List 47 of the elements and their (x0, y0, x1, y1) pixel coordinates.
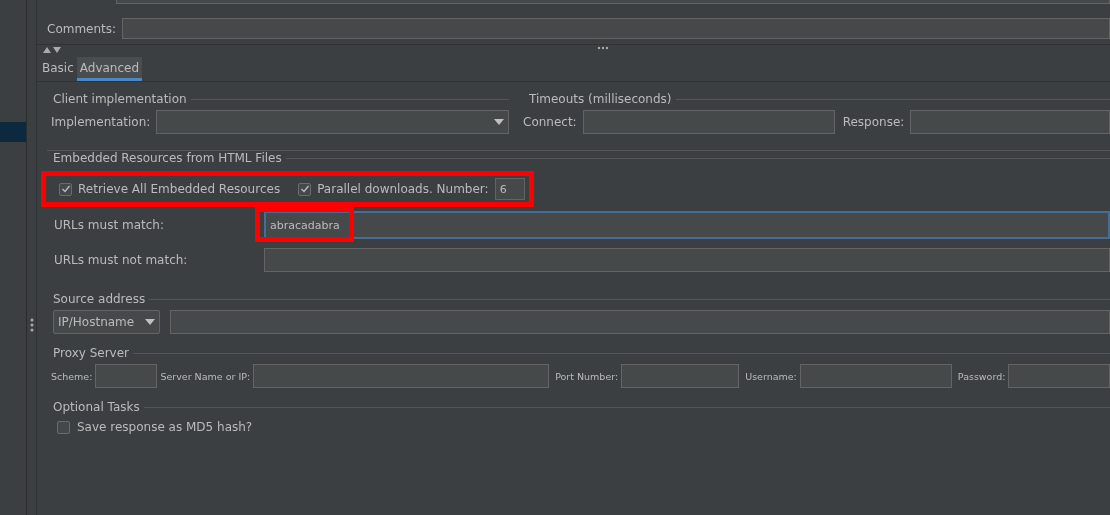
splitter-icon[interactable] (597, 46, 609, 50)
check-icon (299, 184, 310, 194)
field-label: Comments: (47, 21, 117, 36)
checkbox-label: Parallel downloads. Number: (317, 182, 489, 196)
field-label: Scheme: (51, 370, 93, 382)
section-title: Proxy Server (53, 346, 130, 360)
proxy-field[interactable] (799, 364, 952, 388)
field-label: Port Number: (555, 370, 619, 382)
number-field[interactable]: 6 (494, 178, 525, 200)
tab[interactable]: Basic (39, 57, 77, 81)
drag-handle-icon[interactable] (29, 318, 34, 332)
checkbox-label: Retrieve All Embedded Resources (78, 182, 281, 196)
section-title: Embedded Resources from HTML Files (53, 151, 282, 165)
caret-icon (145, 319, 155, 325)
implementation-dropdown[interactable] (156, 110, 509, 134)
section-title: Source address (53, 292, 146, 306)
connect-field[interactable] (582, 110, 835, 134)
field-label: Response: (842, 115, 905, 129)
field-label: Implementation: (51, 115, 151, 129)
proxy-field[interactable] (1008, 364, 1110, 388)
field-label: Username: (745, 370, 797, 382)
proxy-field[interactable] (95, 364, 158, 388)
response-field[interactable] (910, 110, 1110, 134)
selected-tree-row[interactable] (0, 122, 26, 142)
section-title: Client implementation (53, 92, 187, 106)
field-label: Connect: (523, 115, 577, 129)
checkbox[interactable] (298, 182, 312, 196)
url-pattern-field[interactable] (264, 248, 1110, 272)
source-address-field[interactable] (170, 310, 1110, 334)
tab[interactable]: Advanced (76, 57, 143, 81)
url-pattern-field[interactable]: abracadabra (264, 211, 1110, 239)
section-title: Optional Tasks (53, 400, 140, 414)
section-title: Timeouts (milliseconds) (529, 92, 672, 106)
check-icon (60, 184, 71, 194)
checkbox-label: Save response as MD5 hash? (77, 420, 253, 434)
proxy-field[interactable] (253, 364, 550, 388)
field-label: Password: (957, 370, 1006, 382)
address-type-dropdown[interactable]: IP/Hostname (53, 310, 160, 334)
checkbox[interactable] (57, 420, 70, 434)
field-label: URLs must not match: (54, 253, 189, 267)
checkbox[interactable] (59, 182, 72, 196)
field-label: URLs must match: (54, 218, 165, 232)
field-label: Server Name or IP: (160, 370, 251, 382)
caret-icon (494, 119, 504, 125)
proxy-field[interactable] (621, 364, 740, 388)
collapse-arrows-icon[interactable] (43, 47, 61, 53)
comments-field[interactable] (122, 18, 1110, 39)
